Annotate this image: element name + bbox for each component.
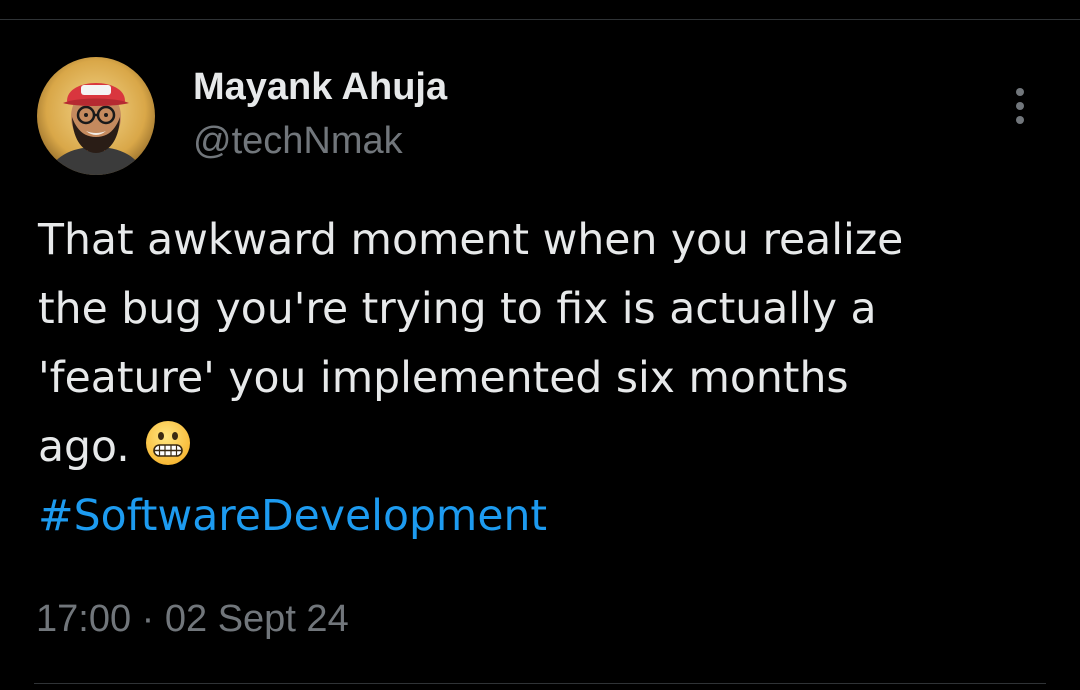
author-handle[interactable]: @techNmak xyxy=(193,118,403,164)
tweet-time: 17:00 xyxy=(36,598,132,640)
tweet-line-last: ago. xyxy=(38,413,1048,482)
hashtag-link[interactable]: #SoftwareDevelopment xyxy=(38,482,1048,551)
avatar-image xyxy=(37,57,155,175)
more-vertical-icon xyxy=(1016,88,1024,96)
grimacing-face-emoji xyxy=(144,419,192,467)
tweet-line: That awkward moment when you realize xyxy=(38,216,904,265)
more-vertical-icon-dot xyxy=(1016,116,1024,124)
avatar[interactable] xyxy=(37,57,155,175)
more-options-button[interactable] xyxy=(1004,84,1036,128)
tweet-text: That awkward moment when you realize the… xyxy=(38,206,1048,551)
timestamp-separator: · xyxy=(131,598,165,640)
bottom-divider xyxy=(34,683,1046,684)
tweet-line: 'feature' you implemented six months xyxy=(38,354,849,403)
author-name[interactable]: Mayank Ahuja xyxy=(193,64,447,110)
tweet-date: 02 Sept 24 xyxy=(164,598,349,640)
more-vertical-icon-dot xyxy=(1016,102,1024,110)
tweet-line: the bug you're trying to fix is actually… xyxy=(38,285,877,334)
tweet-timestamp[interactable]: 17:00 · 02 Sept 24 xyxy=(36,596,349,642)
tweet-line-text: ago. xyxy=(38,423,130,472)
top-divider xyxy=(0,19,1080,20)
